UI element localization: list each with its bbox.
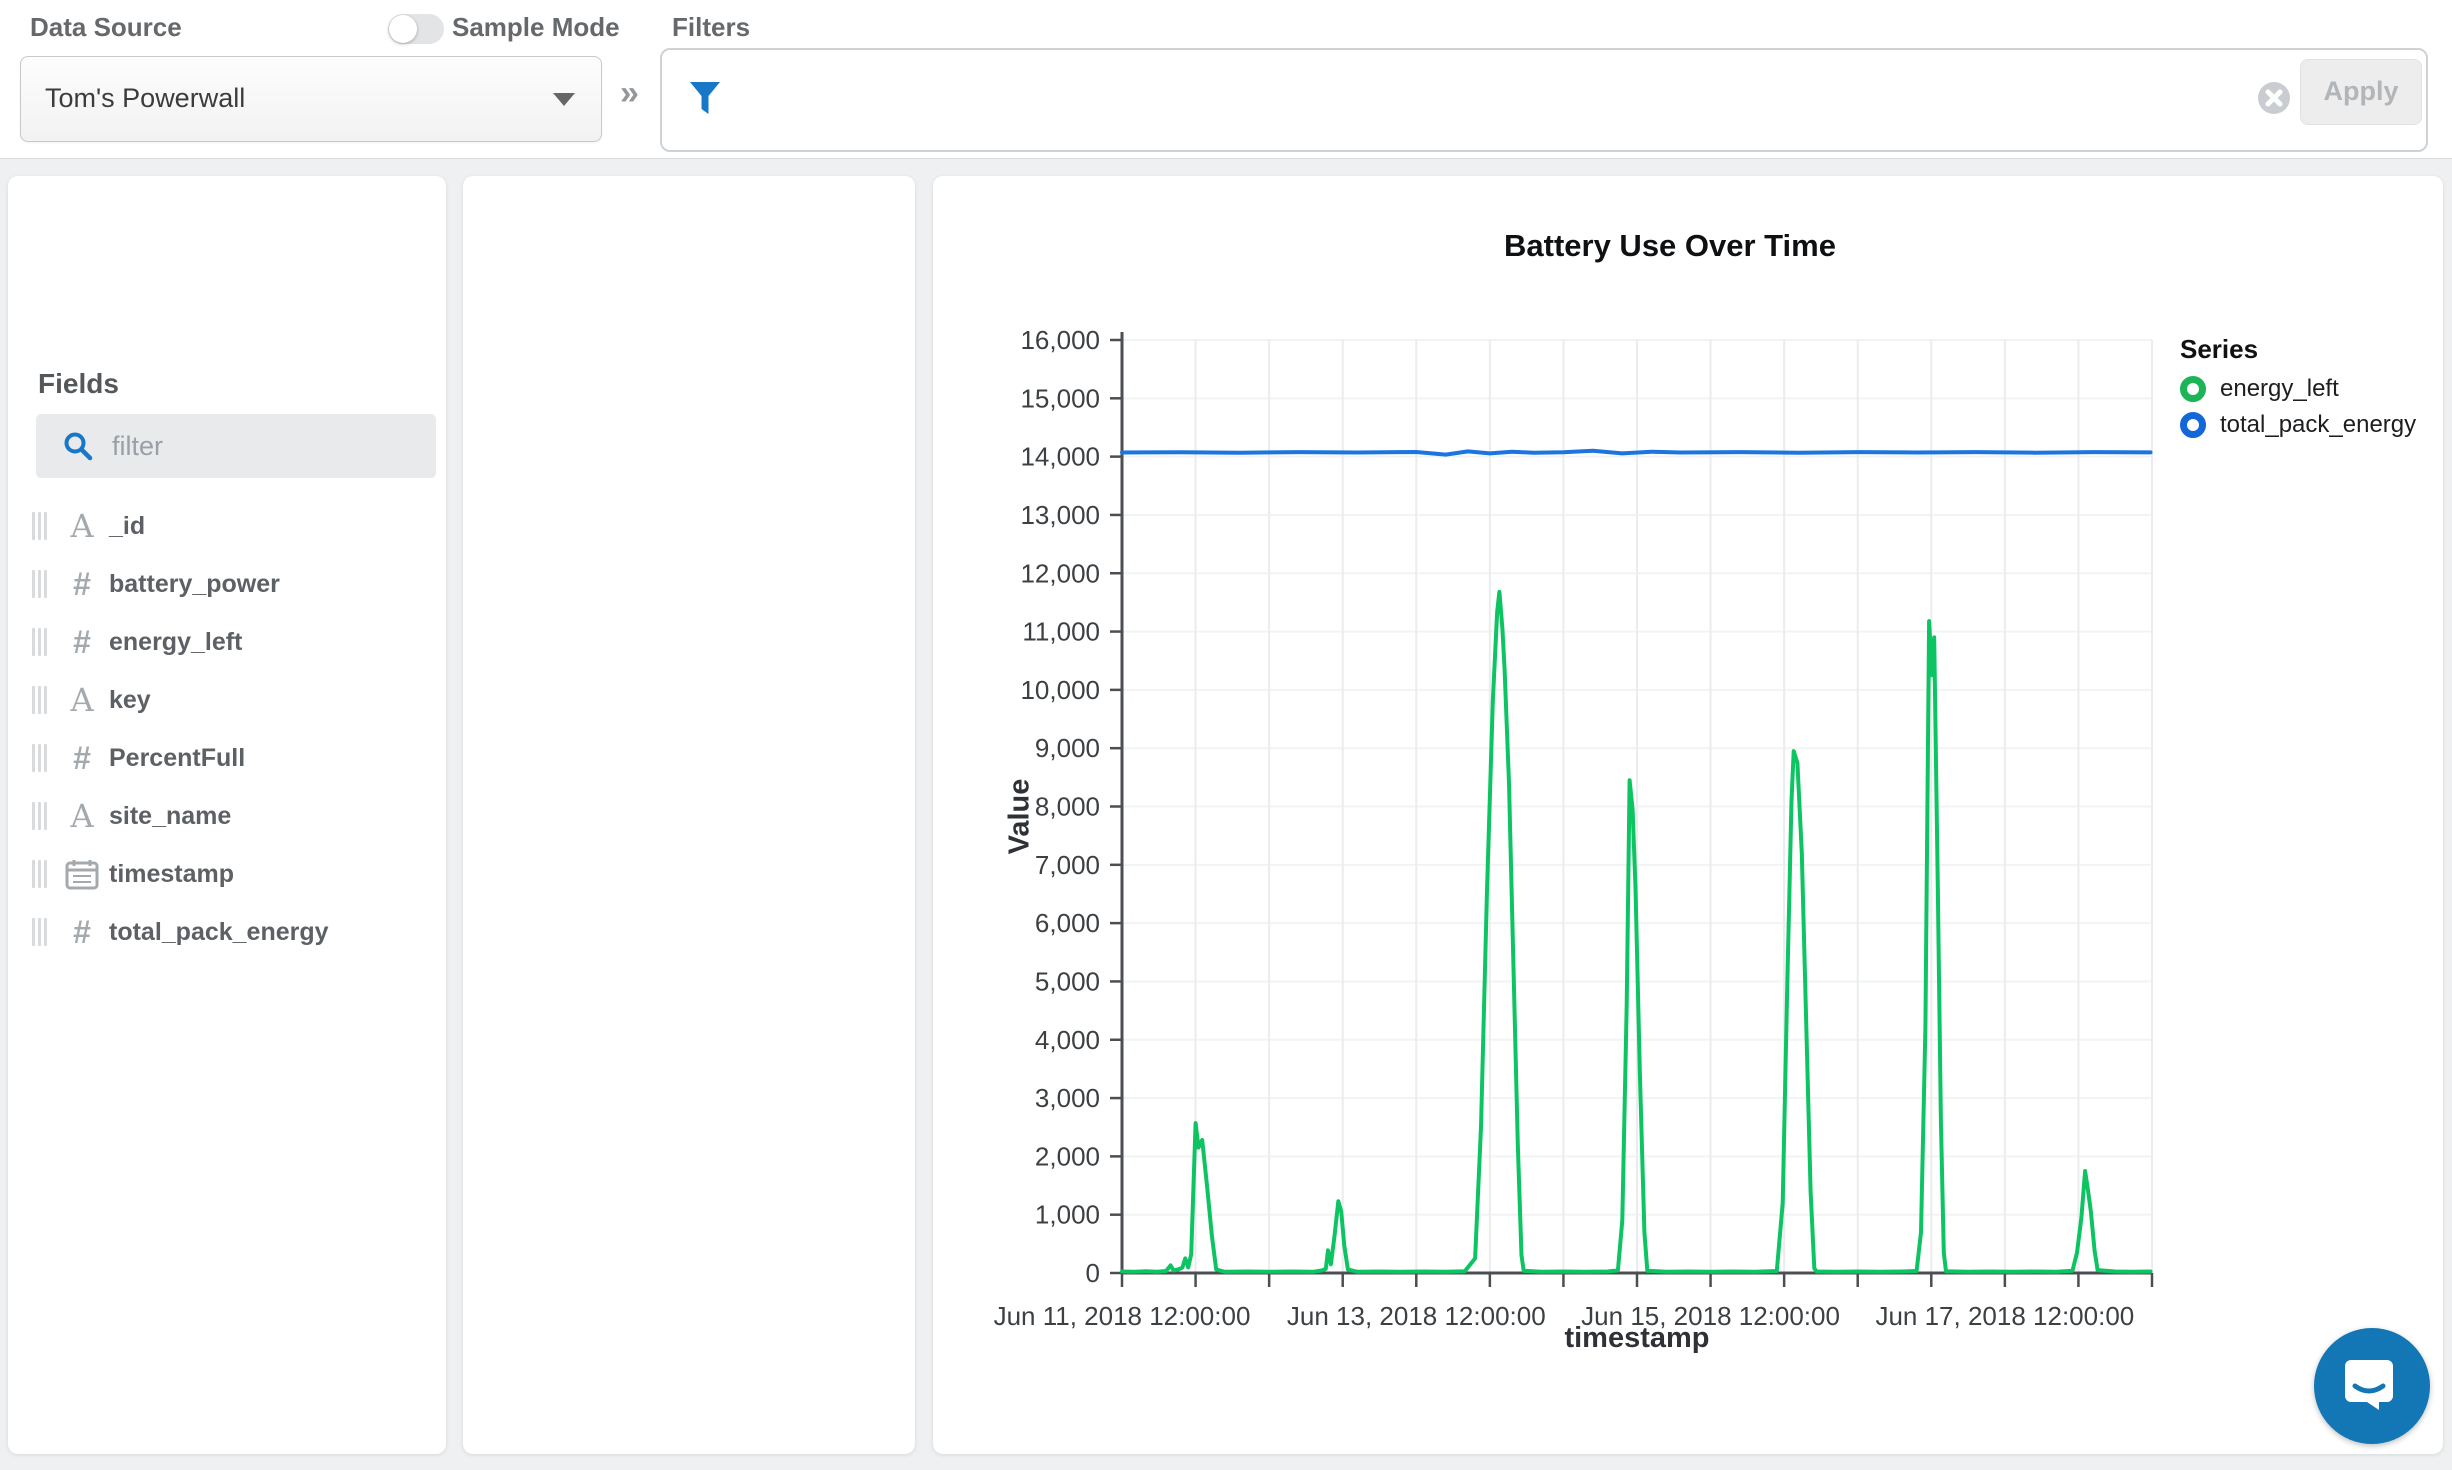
- y-tick-label: 1,000: [1035, 1200, 1100, 1230]
- y-tick-label: 7,000: [1035, 850, 1100, 880]
- y-tick-label: 10,000: [1020, 675, 1100, 705]
- y-tick-label: 11,000: [1022, 617, 1100, 647]
- y-tick-label: 3,000: [1035, 1083, 1100, 1113]
- y-tick-label: 4,000: [1035, 1025, 1100, 1055]
- y-tick-label: 0: [1086, 1258, 1100, 1288]
- chart-title: Battery Use Over Time: [1504, 228, 1836, 263]
- y-tick-label: 2,000: [1035, 1141, 1100, 1171]
- y-tick-label: 5,000: [1035, 966, 1100, 996]
- chat-bubble-icon: [2340, 1352, 2404, 1421]
- legend-label: energy_left: [2220, 375, 2339, 402]
- legend-item-energy_left[interactable]: energy_left: [2180, 375, 2416, 403]
- y-axis-title: Value: [1003, 778, 1036, 855]
- y-tick-label: 13,000: [1020, 500, 1100, 530]
- legend-ring-icon: [2180, 412, 2206, 438]
- legend-label: total_pack_energy: [2220, 411, 2417, 438]
- y-tick-label: 15,000: [1020, 383, 1100, 413]
- legend-items: energy_left total_pack_energy: [2180, 375, 2416, 439]
- y-tick-label: 6,000: [1035, 908, 1100, 938]
- y-tick-label: 16,000: [1020, 325, 1100, 355]
- series-line-total_pack_energy: [1120, 448, 2153, 457]
- y-tick-label: 9,000: [1035, 733, 1100, 763]
- x-tick-label: Jun 17, 2018 12:00:00: [1875, 1301, 2134, 1331]
- line-chart: 0 1,000 2,000 3,000 4,000 5,000 6,000 7,000 8,00…: [994, 325, 2154, 1331]
- chart-legend: Series energy_left total_pack_energy: [2180, 334, 2416, 447]
- legend-item-total_pack_energy[interactable]: total_pack_energy: [2180, 411, 2416, 439]
- x-tick-label: Jun 11, 2018 12:00:00: [994, 1301, 1251, 1331]
- legend-ring-icon: [2180, 376, 2206, 402]
- y-tick-label: 12,000: [1020, 558, 1100, 588]
- chat-bubble-button[interactable]: [2314, 1328, 2430, 1444]
- legend-title: Series: [2180, 334, 2259, 364]
- y-tick-label: 14,000: [1020, 442, 1100, 472]
- x-axis-title: timestamp: [1564, 1322, 1710, 1354]
- y-tick-label: 8,000: [1035, 792, 1100, 822]
